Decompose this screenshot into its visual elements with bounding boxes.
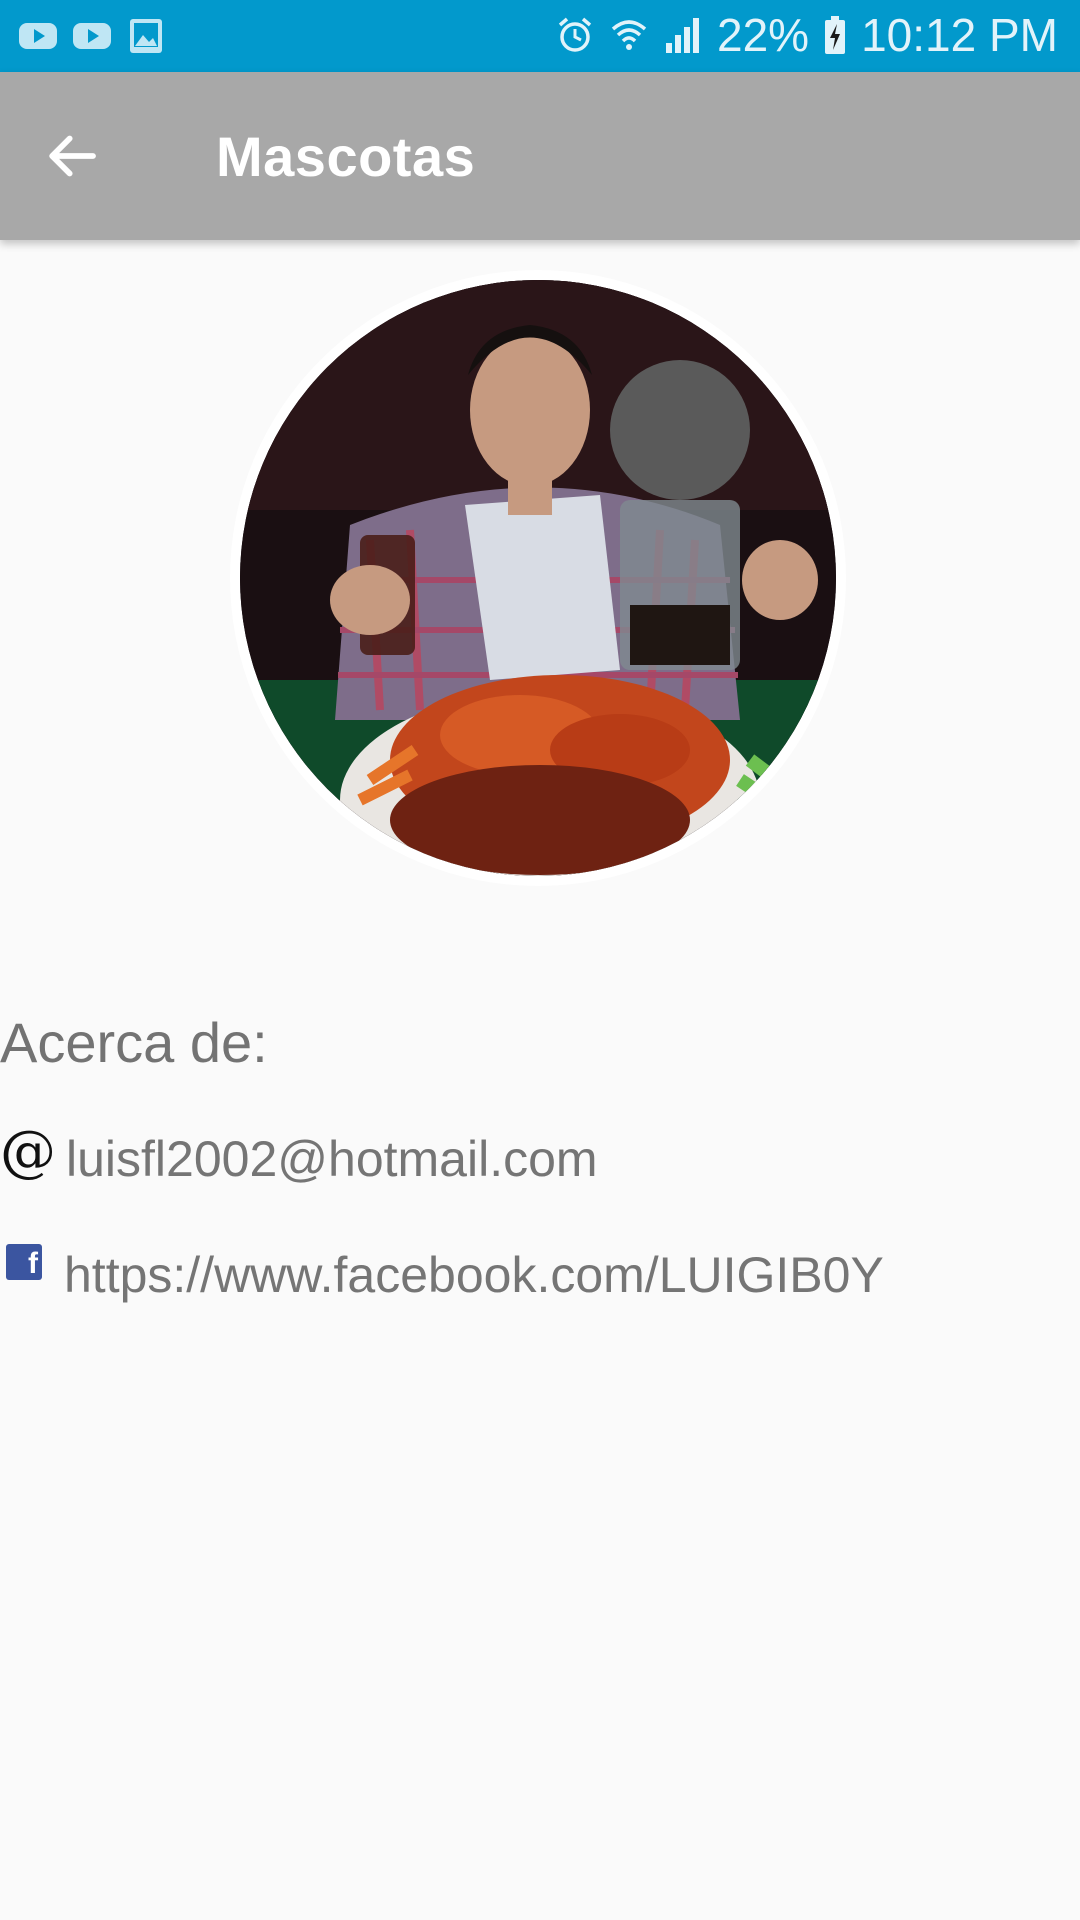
email-link[interactable]: luisfl2002@hotmail.com xyxy=(66,1130,598,1188)
facebook-link[interactable]: https://www.facebook.com/LUIGIB0Y xyxy=(64,1246,884,1304)
system-status: 22% 10:12 PM xyxy=(555,8,1058,62)
about-heading: Acerca de: xyxy=(0,1011,268,1074)
facebook-row[interactable]: f https://www.facebook.com/LUIGIB0Y xyxy=(0,1244,884,1304)
alarm-icon xyxy=(558,17,592,52)
profile-photo-illustration xyxy=(240,280,836,876)
youtube-icon xyxy=(19,23,57,49)
avatar-frame xyxy=(230,270,846,886)
email-at-icon: @ xyxy=(0,1119,56,1184)
clock: 10:12 PM xyxy=(861,9,1058,61)
page-title: Mascotas xyxy=(216,125,476,188)
wifi-icon xyxy=(611,20,647,50)
back-button[interactable] xyxy=(32,116,112,196)
signal-icon xyxy=(666,18,700,53)
arrow-back-icon xyxy=(49,135,96,177)
battery-charging-icon xyxy=(825,16,846,54)
youtube-icon xyxy=(73,23,111,49)
status-bar: 22% 10:12 PM xyxy=(0,0,1080,72)
battery-percent: 22% xyxy=(717,9,810,61)
image-icon xyxy=(130,19,162,53)
app-bar: Mascotas xyxy=(0,72,1080,240)
profile-photo xyxy=(240,280,836,876)
facebook-icon: f xyxy=(6,1244,42,1280)
notification-icons xyxy=(18,16,166,56)
email-row[interactable]: @ luisfl2002@hotmail.com xyxy=(0,1124,598,1188)
